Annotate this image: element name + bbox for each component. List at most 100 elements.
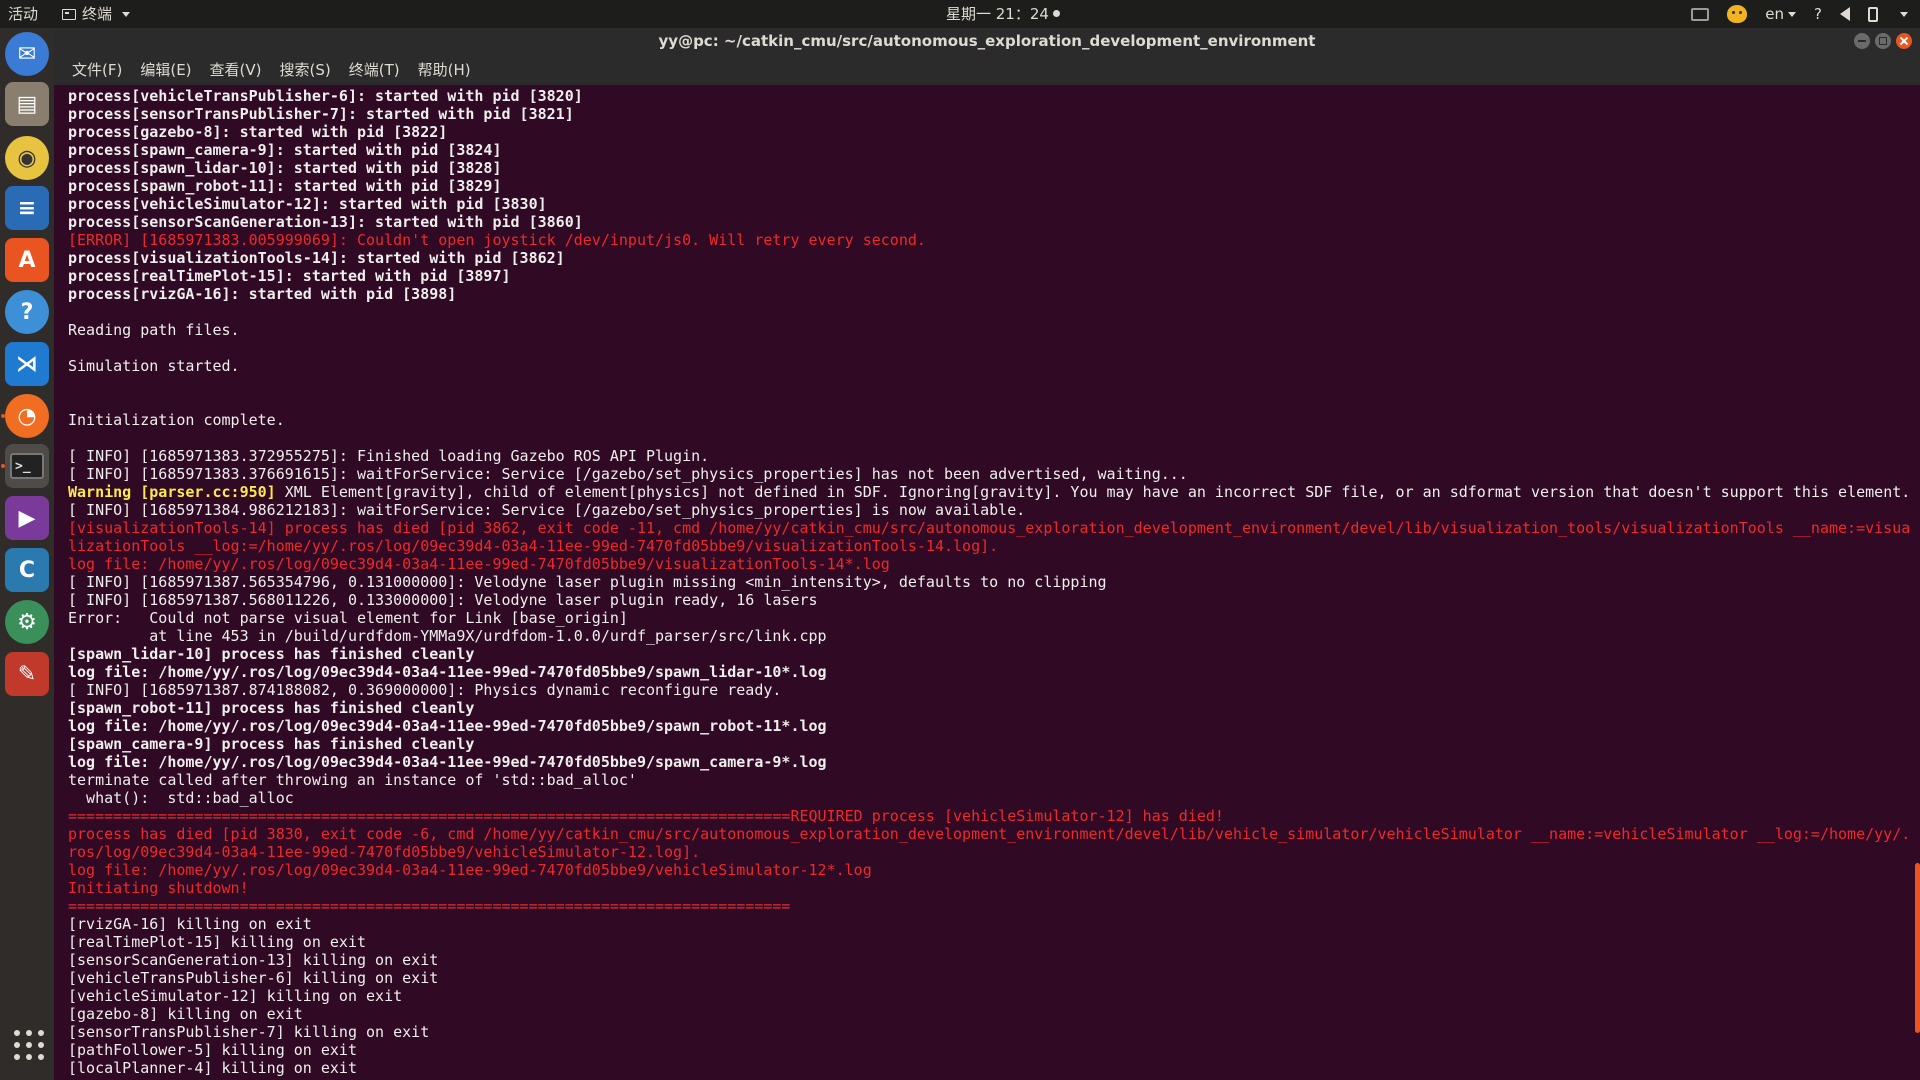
terminal-line: [ INFO] [1685971387.874188082, 0.3690000…: [68, 681, 782, 699]
terminal-line: Reading path files.: [68, 321, 240, 339]
terminal-icon[interactable]: >_: [5, 444, 49, 488]
terminal-line: [localPlanner-4] killing on exit: [68, 1059, 357, 1077]
terminal-line: log file: /home/yy/.ros/log/09ec39d4-03a…: [68, 753, 827, 771]
terminal-line: [visualizationTools-14] process has died…: [68, 519, 1911, 537]
terminal-line: process[sensorTransPublisher-7]: started…: [68, 105, 574, 123]
terminal-output[interactable]: process[vehicleTransPublisher-6]: starte…: [54, 85, 1920, 1080]
files-icon[interactable]: ▤: [5, 82, 49, 126]
terminal-line: [ INFO] [1685971383.372955275]: Finished…: [68, 447, 710, 465]
terminal-line: process[visualizationTools-14]: started …: [68, 249, 565, 267]
terminal-line: log file: /home/yy/.ros/log/09ec39d4-03a…: [68, 861, 872, 879]
terminal-line: Initiating shutdown!: [68, 879, 249, 897]
terminal-line: process[spawn_lidar-10]: started with pi…: [68, 159, 502, 177]
warning-prefix: Warning [parser.cc:950]: [68, 483, 276, 501]
chevron-down-icon: [122, 11, 131, 17]
terminal-line: process[spawn_camera-9]: started with pi…: [68, 141, 502, 159]
top-panel: 活动 终端 星期一 21：24 en ?: [0, 0, 1920, 28]
input-method-label: en: [1765, 5, 1785, 23]
vscode-icon[interactable]: ⋊: [5, 342, 49, 386]
warning-text: XML Element[gravity], child of element[p…: [275, 483, 1911, 501]
terminal-line: [realTimePlot-15] killing on exit: [68, 933, 367, 951]
libreoffice-writer-icon[interactable]: ≡: [5, 186, 49, 230]
rhythmbox-icon[interactable]: ◉: [5, 136, 49, 180]
terminal-line: lizationTools __log:=/home/yy/.ros/log/0…: [68, 537, 999, 555]
terminal-line: [ INFO] [1685971387.568011226, 0.1330000…: [68, 591, 818, 609]
menu-file[interactable]: 文件(F): [72, 59, 122, 80]
help-icon[interactable]: ?: [5, 290, 49, 334]
terminal-line: terminate called after throwing an insta…: [68, 771, 637, 789]
terminal-line: process[gazebo-8]: started with pid [382…: [68, 123, 448, 141]
chevron-down-icon: [1788, 12, 1797, 17]
terminal-line: [sensorScanGeneration-13] killing on exi…: [68, 951, 439, 969]
c-app-icon[interactable]: C: [5, 548, 49, 592]
terminal-line: [vehicleTransPublisher-6] killing on exi…: [68, 969, 439, 987]
system-tray: en ?: [1691, 0, 1908, 28]
menu-terminal[interactable]: 终端(T): [349, 59, 400, 80]
video-app-icon[interactable]: ▶: [5, 496, 49, 540]
battery-icon[interactable]: [1868, 6, 1878, 22]
terminal-line: ros/log/09ec39d4-03a4-11ee-99ed-7470fd05…: [68, 843, 701, 861]
thunderbird-icon[interactable]: ✉: [5, 32, 49, 76]
close-icon[interactable]: [1896, 33, 1912, 49]
terminal-line: ========================================…: [68, 807, 1224, 825]
terminal-lines: process[vehicleTransPublisher-6]: starte…: [68, 87, 1918, 1077]
settings-icon[interactable]: ⚙: [5, 600, 49, 644]
menu-search[interactable]: 搜索(S): [280, 59, 331, 80]
notification-dot-icon: [1052, 10, 1060, 17]
terminal-line: log file: /home/yy/.ros/log/09ec39d4-03a…: [68, 717, 827, 735]
window-controls: [1854, 33, 1912, 49]
terminal-line: Warning [parser.cc:950] XML Element[grav…: [68, 483, 1918, 501]
terminal-line: Error: Could not parse visual element fo…: [68, 609, 628, 627]
software-center-icon[interactable]: A: [5, 238, 49, 282]
window-titlebar[interactable]: yy@pc: ~/catkin_cmu/src/autonomous_explo…: [54, 28, 1920, 54]
dock: ✉ ▤ ◉ ≡ A ? ⋊ ◔ >_ ▶ C ⚙ ✎: [0, 28, 54, 1080]
help-icon[interactable]: ?: [1814, 0, 1822, 28]
tools-icon[interactable]: ✎: [5, 652, 49, 696]
activities-button[interactable]: 活动: [8, 0, 38, 28]
running-indicator: [1, 464, 5, 468]
terminal-line: Initialization complete.: [68, 411, 285, 429]
terminal-line: process[rvizGA-16]: started with pid [38…: [68, 285, 457, 303]
firefox-icon[interactable]: ◔: [5, 394, 49, 438]
terminal-line: [gazebo-8] killing on exit: [68, 1005, 303, 1023]
terminal-line: [ INFO] [1685971383.376691615]: waitForS…: [68, 465, 1188, 483]
menu-bar: 文件(F) 编辑(E) 查看(V) 搜索(S) 终端(T) 帮助(H): [54, 54, 1920, 85]
input-method-indicator[interactable]: en: [1765, 0, 1797, 28]
terminal-line: [spawn_lidar-10] process has finished cl…: [68, 645, 475, 663]
menu-help[interactable]: 帮助(H): [418, 59, 471, 80]
system-menu-chevron-icon[interactable]: [1900, 11, 1908, 17]
maximize-icon[interactable]: [1875, 33, 1891, 49]
terminal-line: [sensorTransPublisher-7] killing on exit: [68, 1023, 430, 1041]
terminal-line: [ INFO] [1685971384.986212183]: waitForS…: [68, 501, 1026, 519]
terminal-line: log file: /home/yy/.ros/log/09ec39d4-03a…: [68, 555, 890, 573]
running-indicator: [1, 414, 5, 418]
menu-edit[interactable]: 编辑(E): [140, 59, 191, 80]
scrollbar[interactable]: [1915, 863, 1920, 1033]
camera-icon[interactable]: [1691, 7, 1710, 21]
terminal-line: [vehicleSimulator-12] killing on exit: [68, 987, 403, 1005]
terminal-line: log file: /home/yy/.ros/log/09ec39d4-03a…: [68, 663, 827, 681]
app-menu[interactable]: 终端: [62, 0, 131, 28]
window-title: yy@pc: ~/catkin_cmu/src/autonomous_explo…: [658, 32, 1316, 50]
input-method-icon[interactable]: [1727, 5, 1748, 23]
terminal-line: process[realTimePlot-15]: started with p…: [68, 267, 511, 285]
terminal-line: ========================================…: [68, 897, 791, 915]
terminal-line: process[spawn_robot-11]: started with pi…: [68, 177, 502, 195]
show-applications-icon[interactable]: [14, 1030, 44, 1060]
terminal-line: [spawn_robot-11] process has finished cl…: [68, 699, 475, 717]
clock[interactable]: 星期一 21：24: [946, 0, 1060, 28]
terminal-line: Simulation started.: [68, 357, 240, 375]
terminal-line: process[sensorScanGeneration-13]: starte…: [68, 213, 583, 231]
terminal-line: [pathFollower-5] killing on exit: [68, 1041, 357, 1059]
volume-icon[interactable]: [1840, 7, 1850, 21]
terminal-line: what(): std::bad_alloc: [68, 789, 294, 807]
app-menu-label: 终端: [82, 5, 113, 23]
minimize-icon[interactable]: [1854, 33, 1870, 49]
terminal-line: [spawn_camera-9] process has finished cl…: [68, 735, 475, 753]
menu-view[interactable]: 查看(V): [210, 59, 262, 80]
